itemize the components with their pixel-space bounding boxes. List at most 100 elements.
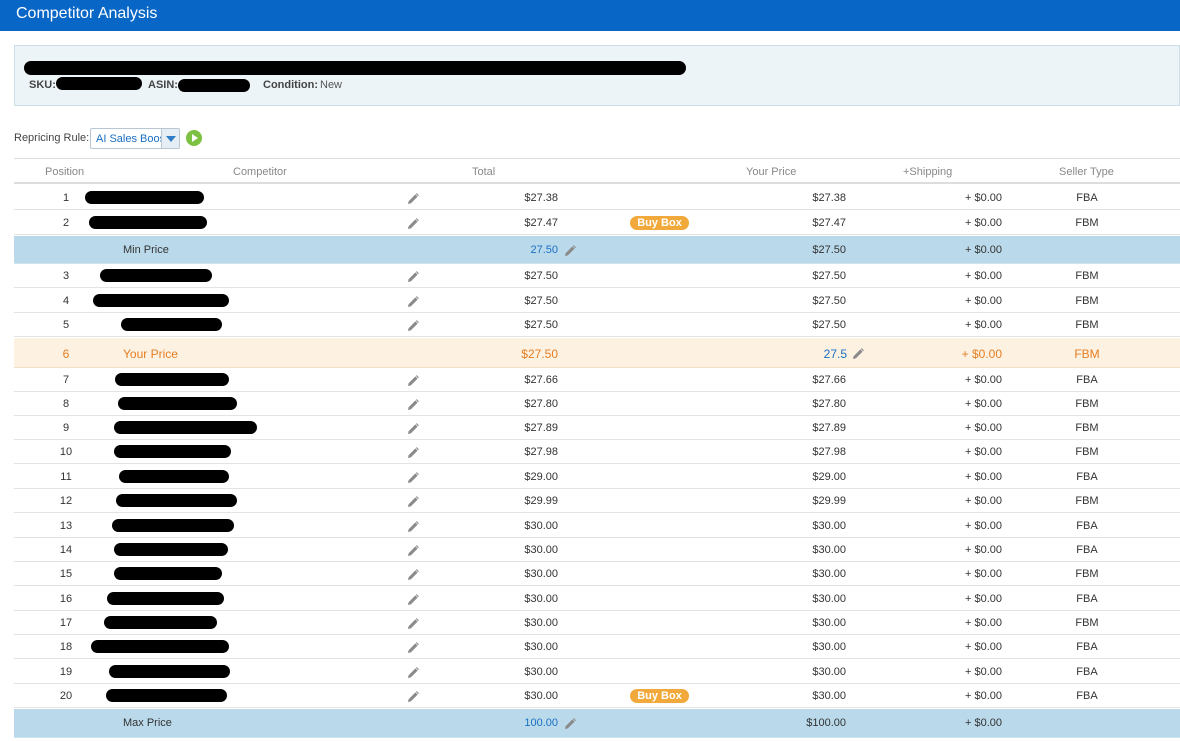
your-price-label: Your Price bbox=[123, 347, 178, 361]
pencil-icon[interactable] bbox=[407, 545, 419, 557]
max-price-label: Max Price bbox=[123, 717, 172, 729]
table-row: 17 $30.00 $30.00 + $0.00 FBM bbox=[14, 611, 1180, 635]
table-row: 20 $30.00 Buy Box $30.00 + $0.00 FBA bbox=[14, 684, 1180, 708]
redacted-competitor-name bbox=[118, 397, 237, 410]
pencil-icon[interactable] bbox=[564, 718, 576, 730]
shipping-cell: + $0.00 bbox=[964, 666, 1002, 678]
your-price-cell: $29.99 bbox=[812, 495, 846, 507]
total-cell: $29.00 bbox=[524, 471, 558, 483]
your-price-cell: $27.47 bbox=[812, 217, 846, 229]
table-row: 1 $27.38 $27.38 + $0.00 FBA bbox=[14, 186, 1180, 210]
seller-type-cell: FBM bbox=[1075, 295, 1099, 307]
pencil-icon[interactable] bbox=[407, 667, 419, 679]
redacted-asin bbox=[178, 79, 250, 92]
total-cell: $27.50 bbox=[524, 319, 558, 331]
your-price-cell: $30.00 bbox=[812, 544, 846, 556]
pencil-icon[interactable] bbox=[407, 569, 419, 581]
play-icon[interactable] bbox=[186, 130, 202, 146]
pencil-icon[interactable] bbox=[407, 399, 419, 411]
min-price-value[interactable]: 27.50 bbox=[530, 244, 558, 256]
col-your-price[interactable]: Your Price bbox=[746, 166, 796, 178]
seller-type-cell: FBM bbox=[1074, 347, 1100, 361]
total-cell: $30.00 bbox=[524, 520, 558, 532]
seller-type-cell: FBM bbox=[1075, 568, 1099, 580]
redacted-competitor-name bbox=[109, 665, 230, 678]
pencil-icon[interactable] bbox=[407, 447, 419, 459]
position-cell: 6 bbox=[62, 347, 70, 361]
shipping-cell: + $0.00 bbox=[964, 520, 1002, 532]
seller-type-cell: FBM bbox=[1075, 422, 1099, 434]
total-cell: $30.00 bbox=[524, 641, 558, 653]
table-row: 5 $27.50 $27.50 + $0.00 FBM bbox=[14, 313, 1180, 337]
seller-type-cell: FBM bbox=[1075, 495, 1099, 507]
pencil-icon[interactable] bbox=[407, 296, 419, 308]
total-cell: $30.00 bbox=[524, 568, 558, 580]
min-price-label: Min Price bbox=[123, 244, 169, 256]
buy-box-badge: Buy Box bbox=[630, 689, 689, 703]
shipping-cell: + $0.00 bbox=[964, 217, 1002, 229]
pencil-icon[interactable] bbox=[852, 348, 864, 360]
your-price-cell: $30.00 bbox=[812, 666, 846, 678]
table-row: 7 $27.66 $27.66 + $0.00 FBA bbox=[14, 368, 1180, 392]
your-price-cell: $29.00 bbox=[812, 471, 846, 483]
pencil-icon[interactable] bbox=[407, 618, 419, 630]
col-competitor[interactable]: Competitor bbox=[233, 166, 287, 178]
shipping-cell: + $0.00 bbox=[964, 374, 1002, 386]
total-cell: $27.80 bbox=[524, 398, 558, 410]
pencil-icon[interactable] bbox=[407, 642, 419, 654]
pencil-icon[interactable] bbox=[407, 496, 419, 508]
your-price-cell: $27.80 bbox=[812, 398, 846, 410]
your-price-cell: $30.00 bbox=[812, 593, 846, 605]
repricing-rule-select[interactable]: AI Sales Boost bbox=[90, 128, 180, 149]
table-row: 15 $30.00 $30.00 + $0.00 FBM bbox=[14, 562, 1180, 586]
pencil-icon[interactable] bbox=[407, 375, 419, 387]
your-price-value[interactable]: 27.5 bbox=[824, 347, 847, 361]
shipping-cell: + $0.00 bbox=[964, 717, 1002, 729]
shipping-cell: + $0.00 bbox=[964, 471, 1002, 483]
your-price-cell: $27.38 bbox=[812, 192, 846, 204]
pencil-icon[interactable] bbox=[407, 193, 419, 205]
pencil-icon[interactable] bbox=[407, 521, 419, 533]
pencil-icon[interactable] bbox=[407, 594, 419, 606]
table-header: Position Competitor Total Your Price +Sh… bbox=[14, 158, 1180, 184]
table-row: 14 $30.00 $30.00 + $0.00 FBA bbox=[14, 538, 1180, 562]
pencil-icon[interactable] bbox=[407, 320, 419, 332]
table-row: 11 $29.00 $29.00 + $0.00 FBA bbox=[14, 465, 1180, 489]
seller-type-cell: FBM bbox=[1075, 270, 1099, 282]
your-price-cell: $27.89 bbox=[812, 422, 846, 434]
pencil-icon[interactable] bbox=[407, 423, 419, 435]
seller-type-cell: FBA bbox=[1076, 641, 1098, 653]
shipping-cell: + $0.00 bbox=[961, 347, 1002, 361]
pencil-icon[interactable] bbox=[407, 691, 419, 703]
pencil-icon[interactable] bbox=[407, 271, 419, 283]
your-price-cell: $27.50 bbox=[812, 295, 846, 307]
total-cell: $27.66 bbox=[524, 374, 558, 386]
your-price-cell: $27.66 bbox=[812, 374, 846, 386]
title-bar: Competitor Analysis bbox=[0, 0, 1180, 31]
redacted-competitor-name bbox=[116, 494, 237, 507]
table-row: 3 $27.50 $27.50 + $0.00 FBM bbox=[14, 264, 1180, 288]
max-price-value[interactable]: 100.00 bbox=[524, 717, 558, 729]
seller-type-cell: FBM bbox=[1075, 217, 1099, 229]
table-row: 19 $30.00 $30.00 + $0.00 FBA bbox=[14, 660, 1180, 684]
col-shipping[interactable]: +Shipping bbox=[903, 166, 952, 178]
col-seller-type[interactable]: Seller Type bbox=[1059, 166, 1114, 178]
shipping-cell: + $0.00 bbox=[964, 244, 1002, 256]
shipping-cell: + $0.00 bbox=[964, 192, 1002, 204]
col-position[interactable]: Position bbox=[45, 166, 84, 178]
seller-type-cell: FBA bbox=[1076, 192, 1098, 204]
table-row: 9 $27.89 $27.89 + $0.00 FBM bbox=[14, 416, 1180, 440]
seller-type-cell: FBA bbox=[1076, 544, 1098, 556]
table-row: 16 $30.00 $30.00 + $0.00 FBA bbox=[14, 587, 1180, 611]
your-price-cell: $30.00 bbox=[812, 520, 846, 532]
repricing-rule-value: AI Sales Boost bbox=[96, 133, 162, 145]
pencil-icon[interactable] bbox=[407, 472, 419, 484]
col-total[interactable]: Total bbox=[472, 166, 495, 178]
redacted-competitor-name bbox=[107, 592, 224, 605]
pencil-icon[interactable] bbox=[407, 218, 419, 230]
redacted-competitor-name bbox=[100, 269, 212, 282]
pencil-icon[interactable] bbox=[564, 245, 576, 257]
chevron-down-icon[interactable] bbox=[161, 129, 179, 148]
shipping-cell: + $0.00 bbox=[964, 495, 1002, 507]
table-row: 2 $27.47 Buy Box $27.47 + $0.00 FBM bbox=[14, 211, 1180, 235]
